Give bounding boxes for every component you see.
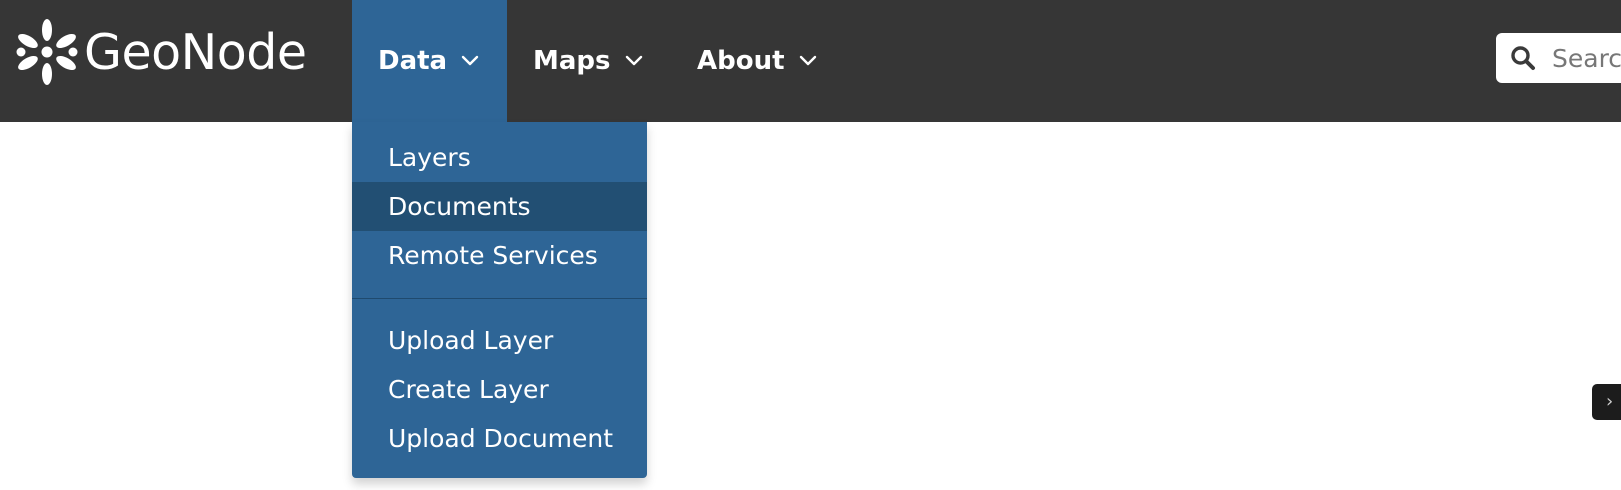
menu-item-upload-layer[interactable]: Upload Layer	[352, 316, 647, 365]
search-box[interactable]	[1496, 33, 1621, 83]
menu-item-remote-services[interactable]: Remote Services	[352, 231, 647, 280]
search-input[interactable]	[1552, 43, 1621, 73]
chevron-down-icon	[799, 55, 816, 66]
menu-divider	[352, 298, 647, 299]
nav-menu-maps-label: Maps	[533, 46, 611, 76]
top-navbar: GeoNode Data Maps About	[0, 0, 1621, 122]
page: GeoNode Data Maps About Search Layers Do…	[0, 0, 1621, 490]
search-icon	[1511, 46, 1535, 70]
chevron-down-icon	[625, 55, 642, 66]
menu-item-upload-document-label: Upload Document	[388, 424, 614, 453]
brand-name: GeoNode	[84, 23, 307, 81]
menu-item-create-layer-label: Create Layer	[388, 375, 549, 404]
menu-item-upload-document[interactable]: Upload Document	[352, 414, 647, 463]
brand-home-link[interactable]: GeoNode	[12, 12, 307, 92]
nav-menu-about[interactable]: About	[697, 0, 847, 122]
chevron-down-icon	[461, 55, 479, 66]
side-panel-toggle[interactable]: ›	[1592, 384, 1621, 420]
menu-item-layers[interactable]: Layers	[352, 133, 647, 182]
data-dropdown-menu: Layers Documents Remote Services Upload …	[352, 122, 647, 478]
nav-menu-data-label: Data	[378, 46, 448, 76]
menu-item-documents-label: Documents	[388, 192, 531, 221]
nav-menu-maps[interactable]: Maps	[533, 0, 668, 122]
chevron-right-icon: ›	[1606, 391, 1614, 412]
menu-item-upload-layer-label: Upload Layer	[388, 326, 554, 355]
nav-menu-data[interactable]: Data	[352, 0, 507, 122]
nav-menu-about-label: About	[697, 46, 785, 76]
menu-item-create-layer[interactable]: Create Layer	[352, 365, 647, 414]
menu-item-documents[interactable]: Documents	[352, 182, 647, 231]
menu-item-layers-label: Layers	[388, 143, 471, 172]
menu-item-remote-services-label: Remote Services	[388, 241, 598, 270]
geonode-logo-icon	[16, 19, 78, 85]
